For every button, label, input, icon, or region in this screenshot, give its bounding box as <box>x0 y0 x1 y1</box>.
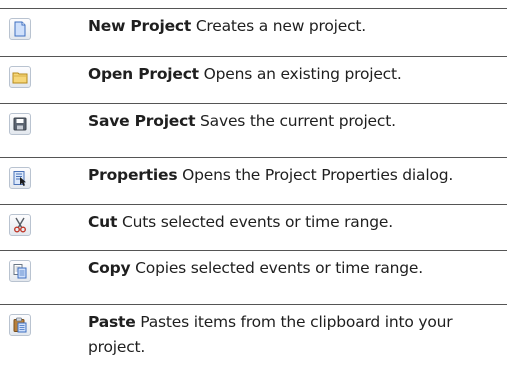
command-text: Cuts selected events or time range. <box>121 213 393 231</box>
row-divider <box>0 250 507 251</box>
paste-clipboard-icon <box>13 317 27 333</box>
command-description: Open Project Opens an existing project. <box>88 62 506 87</box>
cut-button[interactable] <box>9 214 33 238</box>
command-name: Copy <box>88 259 131 277</box>
command-row-new-project: New Project Creates a new project. <box>0 8 507 42</box>
command-name: Paste <box>88 313 136 331</box>
command-description: Paste Pastes items from the clipboard in… <box>88 310 506 360</box>
command-row-save-project: Save Project Saves the current project. <box>0 103 507 148</box>
new-document-icon <box>14 21 26 37</box>
open-folder-icon <box>12 72 28 84</box>
properties-icon <box>13 171 26 186</box>
command-description: Properties Opens the Project Properties … <box>88 163 506 188</box>
command-description: New Project Creates a new project. <box>88 14 506 39</box>
command-text: Opens an existing project. <box>203 65 402 83</box>
copy-icon <box>13 264 27 279</box>
row-divider <box>0 304 507 305</box>
new-project-button[interactable] <box>9 18 33 42</box>
command-row-cut: Cut Cuts selected events or time range. <box>0 204 507 238</box>
row-divider <box>0 56 507 57</box>
row-divider <box>0 157 507 158</box>
command-row-copy: Copy Copies selected events or time rang… <box>0 250 507 295</box>
scissors-icon <box>14 217 26 233</box>
command-text: Copies selected events or time range. <box>135 259 423 277</box>
command-name: Properties <box>88 166 178 184</box>
command-description: Save Project Saves the current project. <box>88 109 506 134</box>
command-name: New Project <box>88 17 192 35</box>
command-name: Cut <box>88 213 118 231</box>
row-divider <box>0 8 507 9</box>
toolbar-command-reference: New Project Creates a new project. Open … <box>0 0 507 375</box>
row-divider <box>0 103 507 104</box>
command-text: Saves the current project. <box>200 112 396 130</box>
command-name: Open Project <box>88 65 199 83</box>
command-description: Copy Copies selected events or time rang… <box>88 256 506 281</box>
paste-button[interactable] <box>9 314 33 338</box>
command-description: Cut Cuts selected events or time range. <box>88 210 506 235</box>
command-text: Creates a new project. <box>195 17 367 35</box>
command-text: Pastes items from the clipboard into you… <box>88 313 453 356</box>
command-row-properties: Properties Opens the Project Properties … <box>0 157 507 191</box>
save-project-button[interactable] <box>9 113 33 137</box>
row-divider <box>0 204 507 205</box>
command-name: Save Project <box>88 112 196 130</box>
copy-button[interactable] <box>9 260 33 284</box>
command-row-paste: Paste Pastes items from the clipboard in… <box>0 304 507 375</box>
properties-button[interactable] <box>9 167 33 191</box>
save-disk-icon <box>13 117 27 131</box>
command-row-open-project: Open Project Opens an existing project. <box>0 56 507 90</box>
open-project-button[interactable] <box>9 66 33 90</box>
command-text: Opens the Project Properties dialog. <box>182 166 454 184</box>
